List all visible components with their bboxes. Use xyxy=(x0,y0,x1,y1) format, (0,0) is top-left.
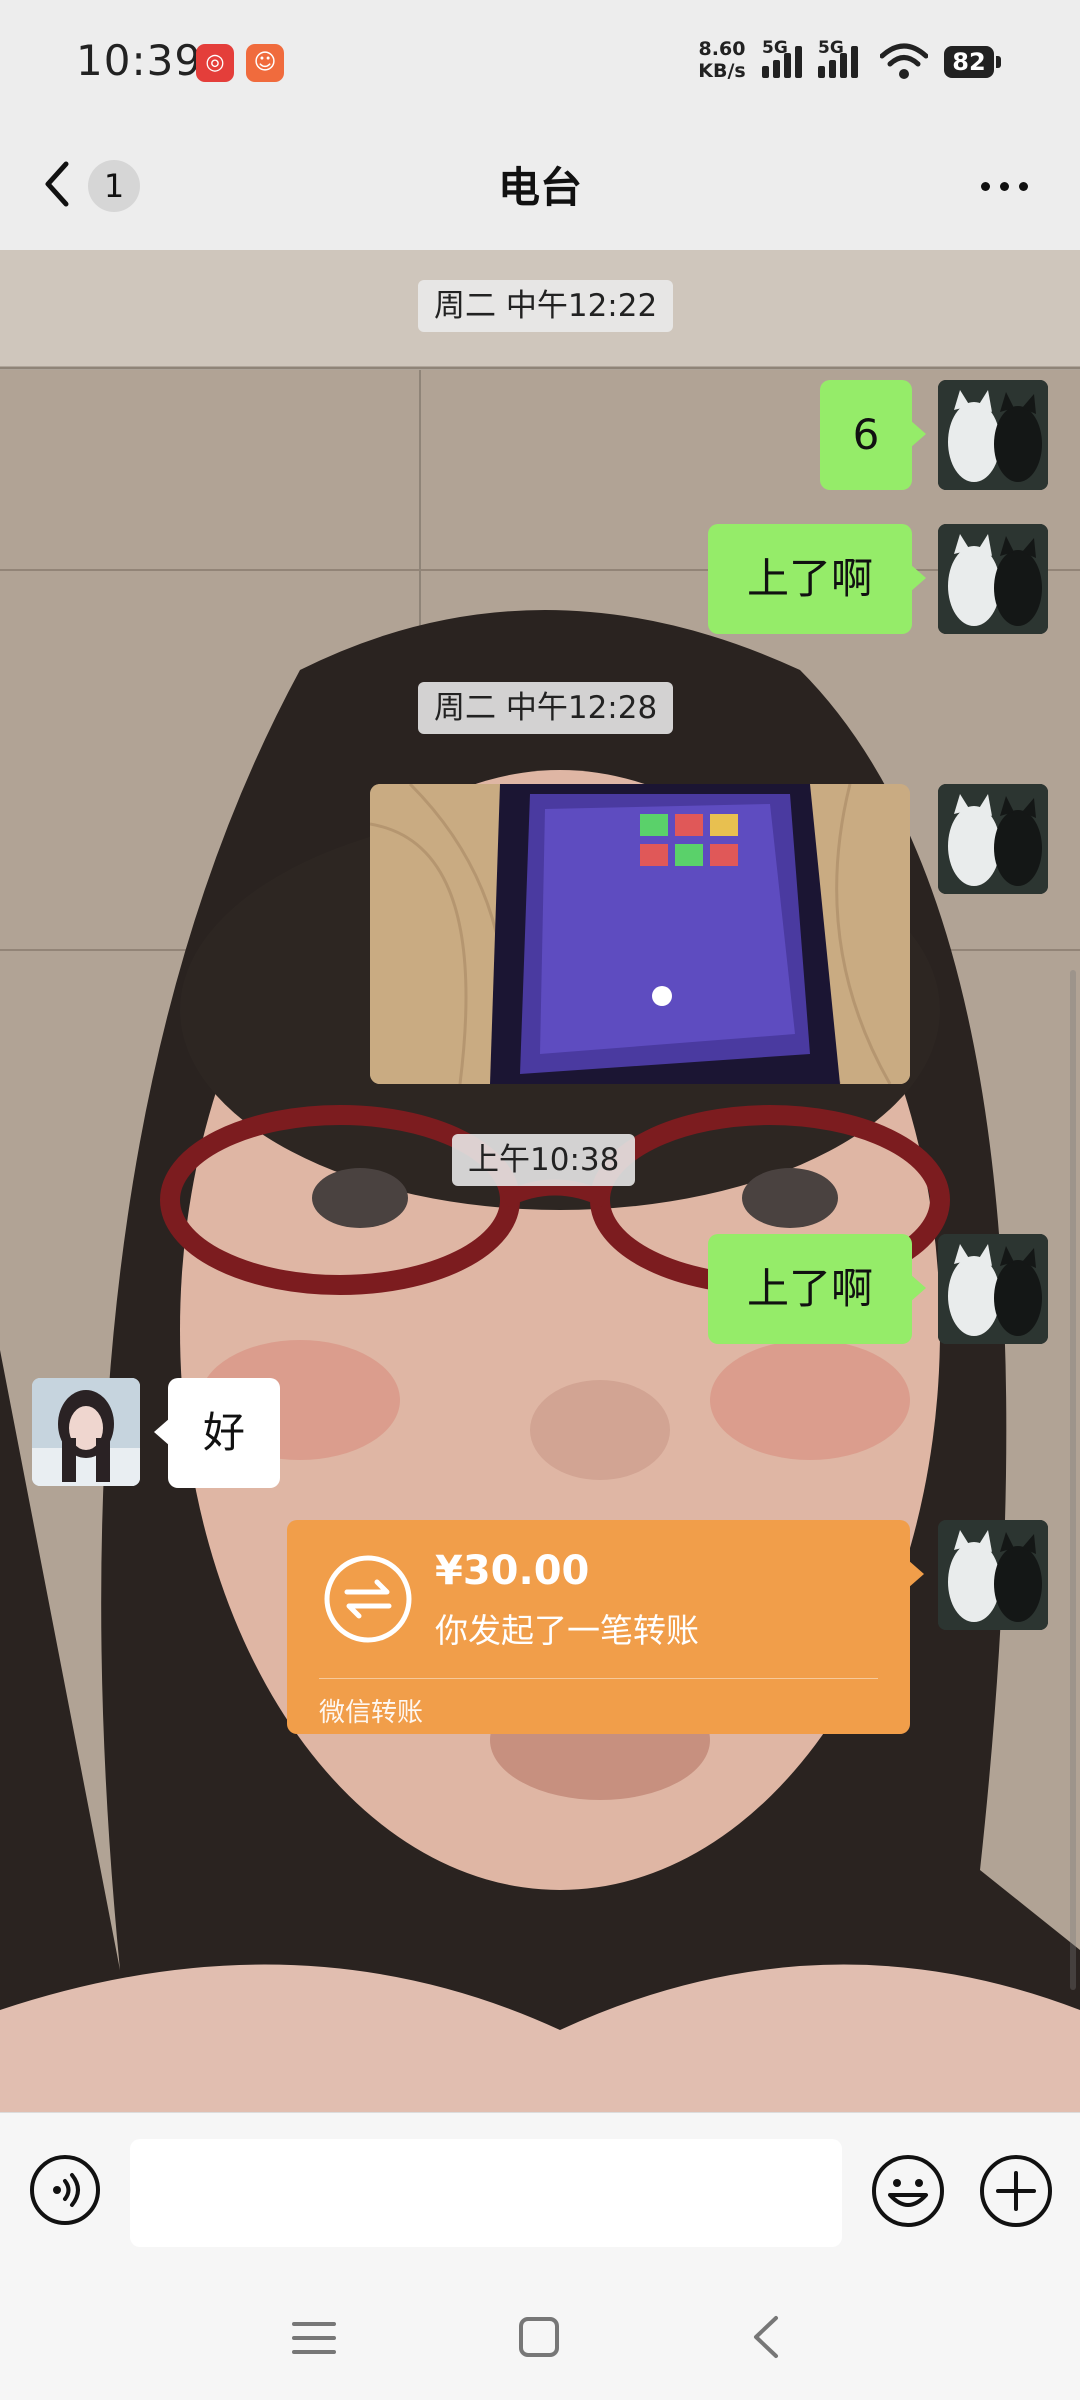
status-bar: 10:39 ◎ ☺ 8.60 KB/s 5G 5G 82 xyxy=(0,0,1080,120)
battery-level: 82 xyxy=(944,46,994,78)
network-speed: 8.60 KB/s xyxy=(690,38,754,82)
status-time: 10:39 xyxy=(76,36,203,85)
voice-input-icon[interactable] xyxy=(28,2153,102,2227)
emoji-icon[interactable] xyxy=(870,2153,946,2229)
transfer-amount: ¥30.00 xyxy=(435,1548,590,1594)
outgoing-message-bubble[interactable]: 上了啊 xyxy=(708,1234,926,1344)
system-navigation-bar xyxy=(0,2272,1080,2400)
more-options-icon[interactable] xyxy=(975,160,1035,210)
chat-header: 1 电台 xyxy=(0,120,1080,250)
home-icon[interactable] xyxy=(518,2316,560,2358)
chat-area[interactable]: 周二 中午12:22 6 上了啊 周二 中午12:28 上午10:38 上了啊 xyxy=(0,250,1080,2112)
divider xyxy=(319,1678,878,1679)
clown-app-icon: ☺ xyxy=(246,44,284,82)
image-message[interactable] xyxy=(370,784,910,1084)
recent-apps-icon[interactable] xyxy=(292,2318,336,2358)
outgoing-message-bubble[interactable]: 上了啊 xyxy=(708,524,926,634)
contact-avatar[interactable] xyxy=(32,1378,140,1486)
incoming-message-bubble[interactable]: 好 xyxy=(154,1378,280,1488)
net-speed-value: 8.60 xyxy=(698,38,746,60)
message-input-bar xyxy=(0,2112,1080,2273)
timestamp: 周二 中午12:28 xyxy=(418,682,674,734)
self-avatar[interactable] xyxy=(938,380,1048,490)
netease-music-icon: ◎ xyxy=(196,44,234,82)
net-speed-unit: KB/s xyxy=(698,60,746,82)
transfer-footer-label: 微信转账 xyxy=(319,1698,424,1728)
self-avatar[interactable] xyxy=(938,1234,1048,1344)
battery-icon xyxy=(996,56,1001,68)
self-avatar[interactable] xyxy=(938,524,1048,634)
plus-icon[interactable] xyxy=(978,2153,1054,2229)
wifi-icon xyxy=(880,43,928,79)
chat-scrollbar[interactable] xyxy=(1070,970,1076,1990)
self-avatar[interactable] xyxy=(938,1520,1048,1630)
system-back-icon[interactable] xyxy=(748,2314,784,2360)
outgoing-message-bubble[interactable]: 6 xyxy=(820,380,926,490)
self-avatar[interactable] xyxy=(938,784,1048,894)
timestamp: 上午10:38 xyxy=(452,1134,636,1186)
chat-title: 电台 xyxy=(497,163,582,212)
signal-strength-icon: 5G xyxy=(762,38,822,80)
timestamp: 周二 中午12:22 xyxy=(418,280,674,332)
message-text-input[interactable] xyxy=(130,2139,842,2247)
wechat-transfer-card[interactable]: ¥30.00 你发起了一笔转账 微信转账 xyxy=(287,1520,924,1734)
signal-strength-icon-2: 5G xyxy=(818,38,878,80)
transfer-description: 你发起了一笔转账 xyxy=(435,1611,699,1650)
transfer-arrows-icon xyxy=(324,1555,412,1643)
